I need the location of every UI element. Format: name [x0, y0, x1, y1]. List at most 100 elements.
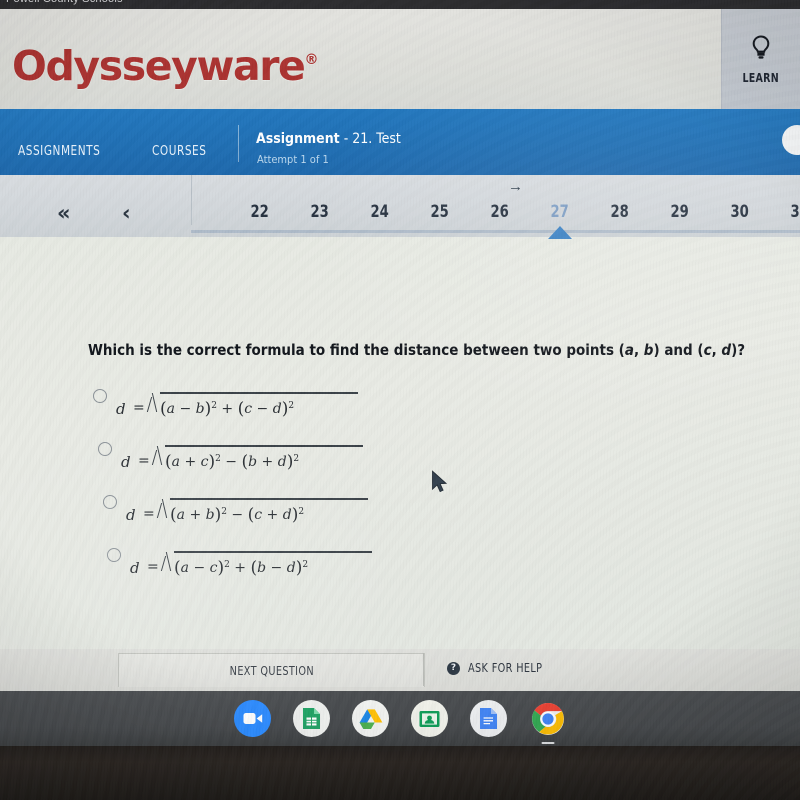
pager-position-arrow-icon: → [508, 178, 523, 195]
a-e2: 2 [288, 401, 295, 411]
radio-button-a[interactable] [93, 389, 107, 403]
option-c-expression: (a + b)2 − (c + d)2 [170, 505, 304, 525]
c-t2: c + d [254, 507, 292, 523]
question-content-area: Which is the correct formula to find the… [0, 237, 800, 649]
pager-current-triangle-marker [548, 226, 572, 239]
option-b-expression: (a + c)2 − (b + d)2 [165, 452, 299, 472]
prompt-part1: Which is the correct formula to find the… [88, 341, 625, 359]
google-classroom-icon[interactable] [411, 700, 448, 737]
pager-page-27[interactable]: 27 [550, 202, 568, 222]
next-question-button[interactable]: NEXT QUESTION [118, 653, 425, 687]
a-p1: ( [160, 399, 167, 419]
logo-registered-mark: ® [304, 52, 318, 68]
pager-page-28-current[interactable]: 28 [610, 202, 628, 222]
d-op: + [234, 560, 247, 576]
radio-button-b[interactable] [98, 442, 112, 456]
pager-prev-button[interactable]: ‹ [122, 201, 131, 225]
google-drive-icon[interactable] [352, 700, 389, 737]
option-a-expression: (a − b)2 + (c − d)2 [160, 399, 294, 419]
os-shelf-icon-row [0, 691, 800, 746]
assignment-label: Assignment [256, 131, 340, 147]
next-question-label: NEXT QUESTION [229, 663, 314, 678]
logo-text: Odysseyware [12, 42, 306, 90]
d-e2: 2 [302, 560, 309, 570]
pager-page-23[interactable]: 23 [310, 202, 328, 222]
prompt-var-a: a [624, 341, 634, 359]
prompt-comma2: , [711, 341, 722, 359]
chrome-active-indicator [541, 741, 554, 744]
ask-for-help-label: ASK FOR HELP [468, 661, 543, 675]
google-sheets-icon[interactable] [293, 700, 330, 737]
assignment-attempt: Attempt 1 of 1 [257, 153, 329, 166]
d-t1: a − c [180, 560, 218, 576]
assignment-title: Assignment - 21. Test [256, 131, 401, 147]
radio-button-d[interactable] [107, 548, 121, 562]
pager-page-22[interactable]: 22 [250, 202, 268, 222]
b-e2: 2 [293, 454, 300, 464]
answer-option-d[interactable]: d = (a − c)2 + (b − d)2 [106, 544, 508, 597]
nav-divider [238, 125, 239, 162]
option-d-lhs: d [130, 559, 140, 577]
option-c-equals: = [143, 506, 155, 522]
a-op: + [221, 401, 234, 417]
option-a-equals: = [133, 400, 145, 416]
pager-separator [191, 175, 192, 225]
google-docs-icon[interactable] [470, 700, 507, 737]
browser-tab-strip: Powell County Schools [0, 0, 800, 9]
pager-page-31[interactable]: 31 [790, 202, 800, 222]
nav-item-courses[interactable]: COURSES [152, 144, 206, 159]
zoom-icon[interactable] [234, 700, 271, 737]
primary-nav-bar: ASSIGNMENTS COURSES Assignment - 21. Tes… [0, 109, 800, 175]
radio-button-c[interactable] [103, 495, 117, 509]
question-pager: « ‹ 22 23 24 25 26 27 28 29 30 31 3 [0, 175, 800, 237]
b-p1: ( [165, 452, 172, 472]
option-c-lhs: d [126, 506, 136, 524]
pager-page-25[interactable]: 25 [430, 202, 448, 222]
mouse-cursor [431, 470, 448, 499]
c-p1: ( [170, 505, 177, 525]
option-d-equals: = [147, 559, 159, 575]
device-bezel [0, 746, 800, 800]
question-mark-icon: ? [447, 661, 460, 675]
b-t2: b + d [248, 454, 287, 470]
prompt-var-c: c [703, 341, 712, 359]
prompt-comma1: , [633, 341, 644, 359]
pager-page-29[interactable]: 29 [670, 202, 688, 222]
c-e1: 2 [221, 507, 227, 517]
b-op: − [225, 454, 238, 470]
nav-item-assignments[interactable]: ASSIGNMENTS [18, 144, 100, 159]
d-e1: 2 [224, 560, 230, 570]
pager-page-24[interactable]: 24 [370, 202, 388, 222]
pager-underline [191, 230, 800, 233]
b-e1: 2 [215, 454, 221, 464]
chrome-icon[interactable] [529, 700, 566, 744]
answer-option-a[interactable]: d = (a − b)2 + (c − d)2 [92, 385, 508, 438]
b-t1: a + c [171, 454, 209, 470]
d-p1: ( [174, 558, 181, 578]
lightbulb-icon [750, 34, 772, 65]
c-op: − [231, 507, 244, 523]
learn-label: LEARN [742, 70, 780, 85]
prompt-var-d: d [721, 341, 732, 359]
pager-first-button[interactable]: « [57, 201, 71, 225]
c-t1: a + b [176, 507, 215, 523]
pager-page-30[interactable]: 30 [730, 202, 748, 222]
learn-panel[interactable]: LEARN [721, 9, 800, 109]
a-t1: a − b [166, 401, 205, 417]
prompt-end: )? [731, 341, 746, 359]
option-b-equals: = [138, 453, 150, 469]
pager-page-26[interactable]: 26 [490, 202, 508, 222]
option-d-expression: (a − c)2 + (b − d)2 [174, 558, 308, 578]
action-bar-divider [423, 653, 424, 686]
browser-tab-title: Powell County Schools [6, 0, 123, 5]
question-prompt: Which is the correct formula to find the… [88, 341, 778, 361]
question-action-bar: NEXT QUESTION ? ASK FOR HELP [0, 649, 800, 691]
ask-for-help-button[interactable]: ? ASK FOR HELP [447, 661, 551, 675]
d-t2: b − d [257, 560, 296, 576]
a-e1: 2 [211, 401, 217, 411]
option-b-lhs: d [121, 453, 131, 471]
screen-photo: Powell County Schools Odysseyware® LEARN… [0, 0, 800, 800]
assignment-name: - 21. Test [343, 131, 401, 147]
odysseyware-logo[interactable]: Odysseyware® [12, 42, 318, 90]
user-avatar[interactable] [782, 125, 800, 155]
